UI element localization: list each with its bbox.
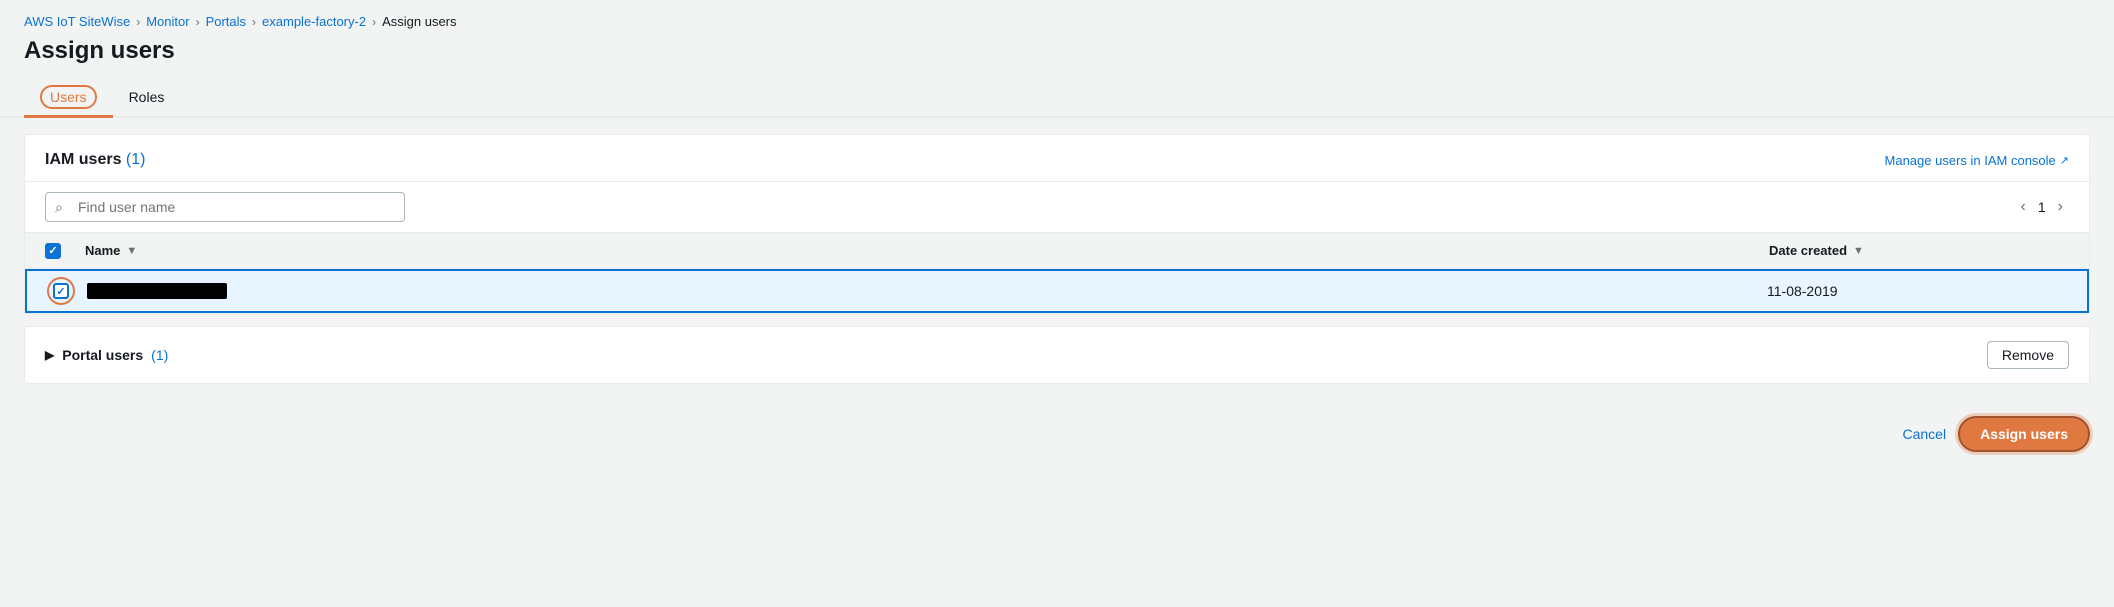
- external-link-icon: ↗: [2060, 154, 2069, 167]
- breadcrumb-sep-4: ›: [372, 15, 376, 29]
- tab-users[interactable]: Users: [24, 81, 113, 118]
- name-sort-icon[interactable]: ▼: [126, 245, 137, 257]
- date-sort-icon[interactable]: ▼: [1853, 245, 1864, 257]
- pagination-next[interactable]: ›: [2052, 196, 2069, 218]
- breadcrumb-current: Assign users: [382, 14, 456, 29]
- breadcrumb-factory[interactable]: example-factory-2: [262, 14, 366, 29]
- iam-section-title-group: IAM users (1): [45, 151, 145, 169]
- breadcrumb-portals[interactable]: Portals: [206, 14, 246, 29]
- col-name-header: Name ▼: [85, 233, 1769, 268]
- col-name-label: Name: [85, 243, 120, 258]
- portal-section-header: ▶ Portal users (1) Remove: [25, 327, 2089, 383]
- portal-count: (1): [151, 347, 168, 363]
- manage-iam-link[interactable]: Manage users in IAM console ↗: [1885, 153, 2069, 168]
- iam-section-title: IAM users (1): [45, 151, 145, 168]
- search-input[interactable]: [45, 192, 405, 222]
- breadcrumb-sep-1: ›: [136, 15, 140, 29]
- portal-title-label: Portal users: [62, 347, 143, 363]
- manage-iam-label: Manage users in IAM console: [1885, 153, 2056, 168]
- redacted-username: [87, 283, 227, 299]
- pagination: ‹ 1 ›: [2015, 196, 2069, 218]
- portal-section-title: ▶ Portal users (1): [45, 347, 168, 363]
- tab-roles-label: Roles: [129, 89, 165, 105]
- main-content: IAM users (1) Manage users in IAM consol…: [0, 118, 2114, 400]
- tabs-container: Users Roles: [0, 81, 2114, 118]
- iam-users-card: IAM users (1) Manage users in IAM consol…: [24, 134, 2090, 314]
- assign-users-button[interactable]: Assign users: [1958, 416, 2090, 452]
- header-checkbox-col: [45, 243, 85, 259]
- row-date-value: 11-08-2019: [1767, 283, 1838, 299]
- table-header: Name ▼ Date created ▼: [25, 233, 2089, 269]
- breadcrumb-sep-2: ›: [196, 15, 200, 29]
- portal-users-card: ▶ Portal users (1) Remove: [24, 326, 2090, 384]
- tab-roles[interactable]: Roles: [113, 81, 181, 118]
- row-checkbox-col: [47, 277, 87, 305]
- header-checkbox[interactable]: [45, 243, 61, 259]
- remove-button[interactable]: Remove: [1987, 341, 2069, 369]
- pagination-prev[interactable]: ‹: [2015, 196, 2032, 218]
- iam-section-header: IAM users (1) Manage users in IAM consol…: [25, 135, 2089, 182]
- breadcrumb-sep-3: ›: [252, 15, 256, 29]
- search-wrap: ⌕: [45, 192, 405, 222]
- pagination-page: 1: [2038, 199, 2046, 215]
- breadcrumb-sitewise[interactable]: AWS IoT SiteWise: [24, 14, 130, 29]
- iam-count: (1): [126, 151, 146, 168]
- cancel-button[interactable]: Cancel: [1902, 426, 1946, 442]
- col-date-label: Date created: [1769, 243, 1847, 258]
- expand-icon[interactable]: ▶: [45, 348, 54, 362]
- search-pagination-row: ⌕ ‹ 1 ›: [25, 182, 2089, 233]
- row-name-col: [87, 273, 1767, 309]
- row-checkbox[interactable]: [53, 283, 69, 299]
- row-checkbox-ring: [47, 277, 75, 305]
- breadcrumb-monitor[interactable]: Monitor: [146, 14, 189, 29]
- tab-users-label: Users: [40, 85, 97, 109]
- col-date-header: Date created ▼: [1769, 233, 2069, 268]
- page-title: Assign users: [0, 37, 2114, 81]
- footer: Cancel Assign users: [0, 400, 2114, 468]
- breadcrumb: AWS IoT SiteWise › Monitor › Portals › e…: [0, 0, 2114, 37]
- search-icon: ⌕: [55, 199, 63, 216]
- table-row[interactable]: 11-08-2019: [25, 269, 2089, 313]
- row-date-col: 11-08-2019: [1767, 273, 2067, 309]
